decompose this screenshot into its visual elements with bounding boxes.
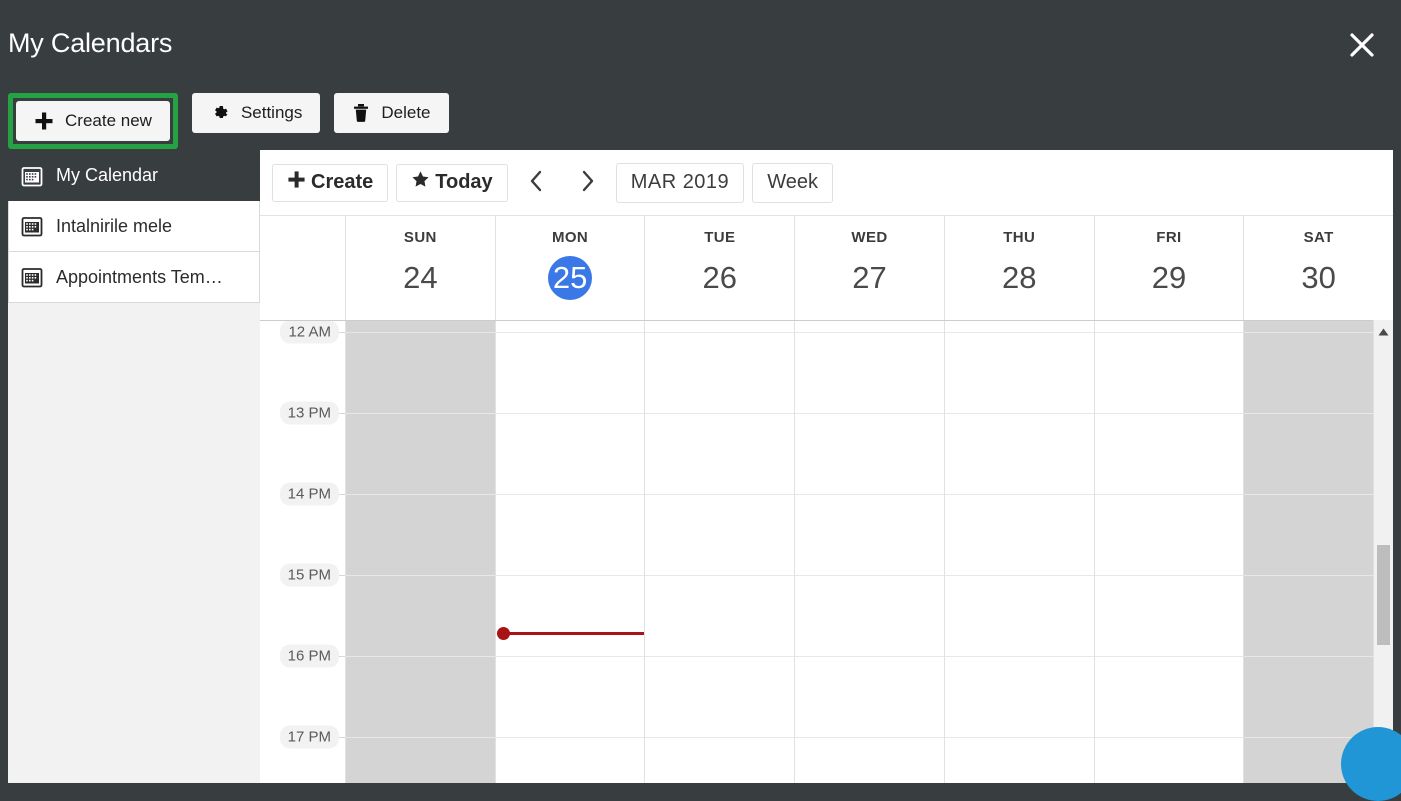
day-of-week-label: SAT [1304, 229, 1334, 246]
time-grid-scroll-region[interactable]: 12 AM 13 PM 14 PM 15 PM 16 PM 17 PM [260, 320, 1393, 783]
day-of-week-label: TUE [704, 229, 735, 246]
fab-icon[interactable] [1341, 727, 1401, 801]
delete-button[interactable]: Delete [334, 93, 448, 133]
view-mode-field[interactable]: Week [752, 163, 833, 203]
calendar-panel: Create Today [260, 150, 1393, 783]
current-time-dot [497, 627, 510, 640]
day-header-thu[interactable]: THU 28 [945, 216, 1095, 320]
sidebar-item-intalnirile-mele[interactable]: Intalnirile mele [8, 201, 260, 252]
time-label: 12 AM [280, 321, 339, 344]
sidebar-item-label: Appointments Tem… [56, 267, 223, 288]
day-number: 28 [997, 256, 1041, 300]
day-header-mon[interactable]: MON 25 [496, 216, 646, 320]
day-of-week-label: WED [851, 229, 887, 246]
day-number: 26 [698, 256, 742, 300]
today-button[interactable]: Today [396, 164, 507, 202]
day-column-thu[interactable] [945, 321, 1095, 783]
dialog-body: My Calendar [0, 150, 1401, 783]
sidebar-item-label: Intalnirile mele [56, 216, 172, 237]
next-period-button[interactable] [568, 164, 606, 202]
create-new-label: Create new [65, 111, 152, 131]
time-label: 14 PM [280, 483, 339, 506]
day-number-today: 25 [548, 256, 592, 300]
day-column-tue[interactable] [645, 321, 795, 783]
time-grid: 12 AM 13 PM 14 PM 15 PM 16 PM 17 PM [260, 321, 1393, 783]
day-column-sat[interactable] [1244, 321, 1393, 783]
current-time-line [503, 632, 645, 635]
prev-period-button[interactable] [518, 164, 556, 202]
settings-label: Settings [241, 103, 302, 123]
calendar-toolbar: Create Today [260, 150, 1393, 215]
gear-icon [210, 103, 230, 123]
plus-icon [34, 111, 54, 131]
sidebar-item-my-calendar[interactable]: My Calendar [8, 150, 260, 201]
day-number: 24 [398, 256, 442, 300]
scrollbar-thumb[interactable] [1377, 545, 1390, 645]
day-header-sat[interactable]: SAT 30 [1244, 216, 1393, 320]
plus-icon [287, 170, 306, 195]
time-label: 17 PM [280, 726, 339, 749]
calendar-icon [21, 215, 43, 237]
day-header-sun[interactable]: SUN 24 [346, 216, 496, 320]
day-of-week-label: SUN [404, 229, 437, 246]
day-header-wed[interactable]: WED 27 [795, 216, 945, 320]
day-column-wed[interactable] [795, 321, 945, 783]
day-column-fri[interactable] [1095, 321, 1245, 783]
sidebar-item-label: My Calendar [56, 165, 158, 186]
dialog-toolbar: Create new Settings [8, 93, 449, 149]
day-number: 29 [1147, 256, 1191, 300]
calendar-create-button[interactable]: Create [272, 164, 388, 202]
time-gutter: 12 AM 13 PM 14 PM 15 PM 16 PM 17 PM [260, 321, 346, 783]
time-label: 16 PM [280, 645, 339, 668]
trash-icon [352, 103, 370, 123]
day-header-row: SUN 24 MON 25 TUE 26 WED 27 THU 28 [260, 215, 1393, 320]
day-column-mon[interactable] [496, 321, 646, 783]
calendars-sidebar: My Calendar [8, 150, 260, 783]
delete-label: Delete [381, 103, 430, 123]
day-header-tue[interactable]: TUE 26 [645, 216, 795, 320]
day-of-week-label: THU [1003, 229, 1035, 246]
day-of-week-label: MON [552, 229, 588, 246]
calendar-icon [21, 165, 43, 187]
vertical-scrollbar[interactable] [1373, 320, 1393, 783]
calendars-dialog-window: My Calendars Create new [0, 0, 1401, 783]
close-icon[interactable] [1339, 22, 1385, 68]
sidebar-item-appointments-template[interactable]: Appointments Tem… [8, 252, 260, 303]
day-of-week-label: FRI [1156, 229, 1181, 246]
page-title: My Calendars [8, 28, 172, 59]
day-column-sun[interactable] [346, 321, 496, 783]
time-label: 13 PM [280, 402, 339, 425]
settings-button[interactable]: Settings [192, 93, 320, 133]
date-range-field[interactable]: MAR 2019 [616, 163, 745, 203]
time-gutter-header [260, 216, 346, 320]
caret-up-icon[interactable] [1374, 322, 1393, 342]
star-icon [411, 170, 430, 195]
day-number: 27 [848, 256, 892, 300]
chevron-left-icon [526, 168, 548, 197]
time-label: 15 PM [280, 564, 339, 587]
calendar-icon [21, 266, 43, 288]
today-label: Today [435, 171, 492, 194]
create-new-highlight: Create new [8, 93, 178, 149]
calendar-create-label: Create [311, 171, 373, 194]
dialog-header: My Calendars Create new [0, 0, 1401, 150]
day-header-fri[interactable]: FRI 29 [1095, 216, 1245, 320]
day-number: 30 [1297, 256, 1341, 300]
create-new-button[interactable]: Create new [16, 101, 170, 141]
chevron-right-icon [576, 168, 598, 197]
